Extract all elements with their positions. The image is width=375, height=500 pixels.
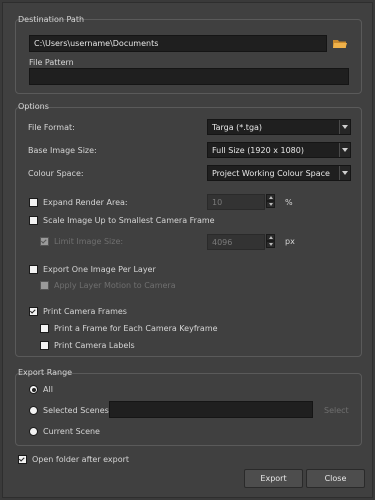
folder-icon[interactable] <box>333 38 347 49</box>
limit-image-size-unit: px <box>285 237 295 246</box>
limit-image-size-label: Limit Image Size: <box>54 237 124 246</box>
range-selected-scenes-radio[interactable] <box>29 406 38 415</box>
print-camera-frames-checkbox[interactable] <box>29 307 38 316</box>
image-size-select[interactable]: Full Size (1920 x 1080) <box>207 142 351 158</box>
apply-layer-motion-label: Apply Layer Motion to Camera <box>54 281 176 290</box>
export-one-image-label: Export One Image Per Layer <box>43 265 156 274</box>
chevron-down-icon <box>339 120 350 134</box>
stepper-up-icon[interactable] <box>266 194 275 201</box>
range-all-radio[interactable] <box>29 385 38 394</box>
export-range-title: Export Range <box>18 368 73 377</box>
range-current-scene-label: Current Scene <box>43 427 100 436</box>
file-format-value: Targa (*.tga) <box>212 122 263 132</box>
select-scenes-button[interactable]: Select <box>324 406 349 415</box>
colour-space-select[interactable]: Project Working Colour Space <box>207 165 351 181</box>
print-camera-labels-label: Print Camera Labels <box>54 341 135 350</box>
expand-render-area-unit: % <box>285 198 293 207</box>
close-button[interactable]: Close <box>306 469 365 488</box>
file-pattern-field[interactable] <box>29 68 349 85</box>
expand-render-area-label: Expand Render Area: <box>43 198 128 207</box>
export-button[interactable]: Export <box>244 469 303 488</box>
selected-scenes-field[interactable] <box>109 401 313 418</box>
export-one-image-checkbox[interactable] <box>29 265 38 274</box>
colour-space-value: Project Working Colour Space <box>212 168 330 178</box>
image-size-label: Base Image Size: <box>28 146 97 155</box>
options-title: Options <box>18 102 49 111</box>
file-pattern-label: File Pattern <box>29 58 74 67</box>
chevron-down-icon <box>339 143 350 157</box>
stepper-down-icon[interactable] <box>266 201 275 208</box>
file-format-select[interactable]: Targa (*.tga) <box>207 119 351 135</box>
print-frame-each-keyframe-checkbox[interactable] <box>40 324 49 333</box>
range-selected-scenes-label: Selected Scenes <box>43 406 109 415</box>
limit-image-size-checkbox[interactable] <box>40 237 49 246</box>
limit-image-size-stepper[interactable] <box>266 234 275 248</box>
expand-render-area-checkbox[interactable] <box>29 198 38 207</box>
image-size-value: Full Size (1920 x 1080) <box>212 145 304 155</box>
open-folder-checkbox[interactable] <box>18 455 27 464</box>
stepper-up-icon[interactable] <box>266 234 275 241</box>
range-all-label: All <box>43 385 53 394</box>
export-dialog: Destination Path C:\Users\username\Docum… <box>2 2 373 498</box>
chevron-down-icon <box>339 166 350 180</box>
print-camera-labels-checkbox[interactable] <box>40 341 49 350</box>
open-folder-label: Open folder after export <box>32 455 130 464</box>
print-frame-each-keyframe-label: Print a Frame for Each Camera Keyframe <box>54 324 218 333</box>
file-format-label: File Format: <box>28 123 75 132</box>
limit-image-size-field[interactable]: 4096 <box>207 234 265 250</box>
scale-image-checkbox[interactable] <box>29 216 38 225</box>
colour-space-label: Colour Space: <box>28 169 84 178</box>
print-camera-frames-label: Print Camera Frames <box>43 307 127 316</box>
scale-image-label: Scale Image Up to Smallest Camera Frame <box>43 216 215 225</box>
expand-render-area-field[interactable]: 10 <box>207 194 265 210</box>
destination-path-field[interactable]: C:\Users\username\Documents <box>29 35 327 52</box>
stepper-down-icon[interactable] <box>266 241 275 248</box>
destination-path-title: Destination Path <box>18 15 85 24</box>
expand-render-area-stepper[interactable] <box>266 194 275 208</box>
range-current-scene-radio[interactable] <box>29 427 38 436</box>
apply-layer-motion-checkbox[interactable] <box>40 281 49 290</box>
